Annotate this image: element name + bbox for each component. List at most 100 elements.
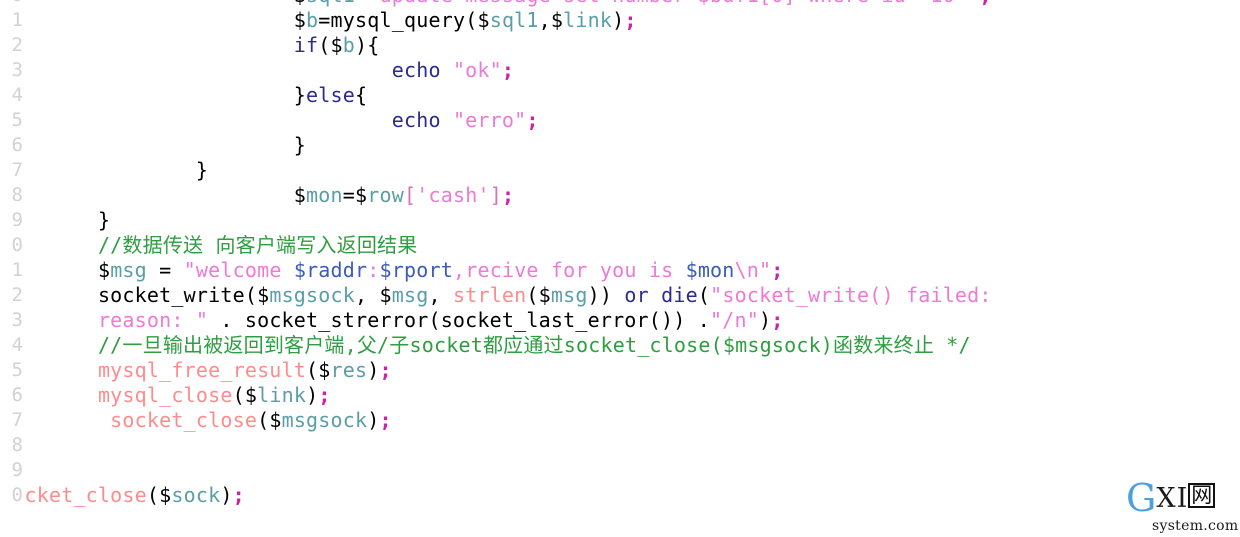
code-token: $ [294,0,306,7]
line-number: 3 [11,309,23,331]
code-line[interactable]: echo "erro"; [0,108,1240,133]
line-number: 4 [11,334,23,356]
code-token: $raddr [293,258,368,282]
code-line[interactable]: mysql_free_result($res); [0,358,1240,383]
line-number: 7 [11,159,23,181]
code-token: echo [391,58,441,82]
code-line[interactable]: socket_close($msgsock); [0,408,1240,433]
code-line[interactable] [0,433,1240,458]
code-line[interactable]: mysql_close($link); [0,383,1240,408]
code-token: ] [489,183,502,207]
line-number: 4 [11,84,23,106]
code-token: ; [501,183,515,207]
code-line[interactable]: //一旦输出被返回到客户端,父/子socket都应通过socket_close(… [0,333,1240,358]
code-token: { [367,33,380,57]
code-token: "update message set number=$buf1[0] wher… [367,0,979,7]
code-token: sql1 [306,0,355,7]
code-line[interactable]: } [0,133,1240,158]
watermark-letters-xi: XI [1156,483,1189,514]
code-token: } [293,83,307,107]
code-token: "erro" [452,108,527,132]
line-number: 5 [11,359,23,381]
code-token: \n" [734,258,772,282]
code-line[interactable]: $sql1="update message set number=$buf1[0… [0,0,1240,8]
code-token: //一旦输出被返回到客户端,父/子socket都应通过socket_close(… [97,333,971,357]
line-number-gutter: 012345678901234567890 [0,0,26,537]
code-editor[interactable]: 012345678901234567890 $sql1="update mess… [0,0,1240,537]
line-number: 0 [0,0,23,8]
code-line[interactable]: $b=mysql_query($sql1,$link); [0,8,1240,33]
code-token: ; [232,483,245,507]
code-token: = [342,183,356,207]
line-number: 0 [11,234,23,256]
code-token: ( [146,483,160,507]
code-token: //数据传送 向客户端写入返回结果 [97,233,418,257]
code-token: $ [97,258,111,282]
code-line[interactable]: } [0,158,1240,183]
code-token: ( [306,358,319,382]
site-watermark: GXI 网 system.com [1126,479,1238,534]
code-line[interactable]: } [0,458,1240,483]
code-line[interactable]: $mon=$row['cash']; [0,183,1240,208]
code-line[interactable]: ?> [0,508,1240,533]
code-token: = [146,258,184,282]
code-token: "welcome [183,258,294,282]
code-token: ) [306,383,319,407]
code-token: link [563,8,613,32]
line-number: 8 [11,434,23,456]
code-token: { [355,83,368,107]
code-token: , [538,8,551,32]
code-line[interactable]: }else{ [0,83,1240,108]
code-line[interactable]: //数据传送 向客户端写入返回结果 [0,233,1240,258]
code-token: 'cash' [416,183,490,207]
code-token: res [330,358,368,382]
code-token: sock [171,483,221,507]
line-number: 1 [11,259,23,281]
line-number: 6 [11,384,23,406]
code-token: msg [110,258,147,282]
code-token: $ [330,33,343,57]
code-line-wrapped[interactable]: reason: " . socket_strerror(socket_last_… [0,308,1240,333]
code-token: ) [355,33,368,57]
watermark-logo-text: GXI 网 [1126,479,1216,517]
watermark-letter-g: G [1126,476,1157,520]
code-token: ; [379,358,392,382]
code-token: } [97,208,111,232]
code-token: link [257,383,307,407]
code-token: ; [318,383,331,407]
code-token: ) [612,8,625,32]
code-token: $ [159,483,172,507]
code-token: ; [501,58,515,82]
code-line[interactable]: $msg = "welcome $raddr:$rport,recive for… [0,258,1240,283]
code-token: "ok" [452,58,502,82]
code-line[interactable]: socket_write($msgsock, $msg, strlen($msg… [0,283,1240,308]
line-number: 1 [11,9,23,31]
code-token: b [306,8,319,32]
code-line[interactable]: echo "ok"; [0,58,1240,83]
code-line[interactable]: if($b){ [0,33,1240,58]
code-token: $ [318,358,331,382]
code-token: ( [232,383,245,407]
code-token: } [195,158,209,182]
watermark-subtitle: system.com [1152,518,1239,534]
code-token: ( [465,8,478,32]
code-content[interactable]: $sql1="update message set number=$buf1[0… [0,0,1240,533]
code-token: ( [318,33,331,57]
code-line[interactable]: socket_close($sock); [0,483,1240,508]
code-token: = [355,0,367,7]
line-number: 7 [11,409,23,431]
code-token: = [318,8,331,32]
code-token: : [367,258,380,282]
code-line[interactable]: } [0,208,1240,233]
code-token: $ [244,383,258,407]
code-token: ; [379,408,392,432]
code-token: ; [979,0,991,7]
line-number: 5 [11,109,23,131]
